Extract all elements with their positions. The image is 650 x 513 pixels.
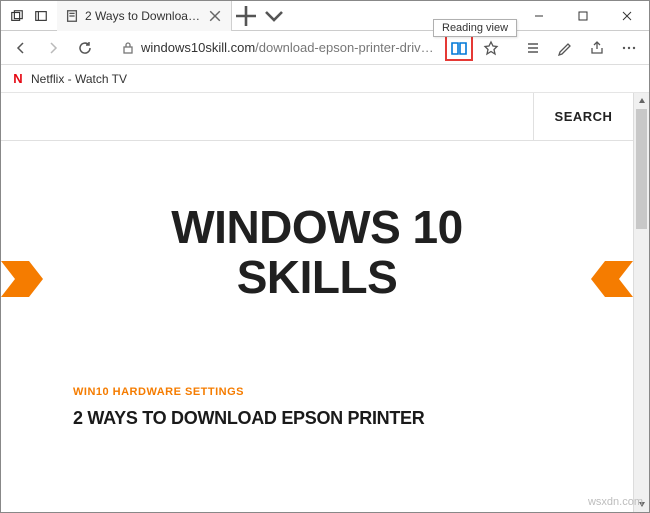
header-bar: SEARCH <box>1 93 633 141</box>
back-button[interactable] <box>7 34 35 62</box>
share-button[interactable] <box>583 34 611 62</box>
new-tab-button[interactable] <box>232 1 260 30</box>
more-button[interactable] <box>615 34 643 62</box>
scroll-thumb[interactable] <box>636 109 647 229</box>
lock-icon <box>121 41 135 55</box>
minimize-button[interactable] <box>517 1 561 30</box>
browser-tab[interactable]: 2 Ways to Download Ep <box>57 1 232 31</box>
page-content: SEARCH WINDOWS 10 SKILLS WIN10 HARDWARE … <box>1 93 633 512</box>
article-category[interactable]: WIN10 HARDWARE SETTINGS <box>73 386 561 398</box>
article-title: 2 WAYS TO DOWNLOAD EPSON PRINTER <box>73 408 561 429</box>
tab-close-icon[interactable] <box>209 10 221 22</box>
tab-title: 2 Ways to Download Ep <box>85 9 203 23</box>
titlebar: 2 Ways to Download Ep <box>1 1 649 31</box>
favorite-link[interactable]: Netflix - Watch TV <box>31 72 127 86</box>
address-bar[interactable]: windows10skill.com/download-epson-printe… <box>115 40 441 55</box>
hero-section: WINDOWS 10 SKILLS <box>1 141 633 302</box>
page-viewport: SEARCH WINDOWS 10 SKILLS WIN10 HARDWARE … <box>1 93 649 512</box>
site-title: WINDOWS 10 SKILLS <box>1 203 633 302</box>
close-button[interactable] <box>605 1 649 30</box>
reading-view-button[interactable] <box>445 35 473 61</box>
window-controls <box>517 1 649 30</box>
scroll-up-icon[interactable] <box>634 93 649 109</box>
tab-overlap-icon[interactable] <box>5 4 29 28</box>
favorite-button[interactable] <box>477 34 505 62</box>
other-tabs-icon[interactable] <box>260 1 288 30</box>
watermark: wsxdn.com <box>588 496 643 508</box>
netflix-icon: N <box>11 72 25 86</box>
search-button[interactable]: SEARCH <box>533 93 633 140</box>
vertical-scrollbar[interactable] <box>633 93 649 512</box>
url-text: windows10skill.com/download-epson-printe… <box>141 40 435 55</box>
book-icon <box>450 40 468 56</box>
article-section: WIN10 HARDWARE SETTINGS 2 WAYS TO DOWNLO… <box>1 302 633 429</box>
refresh-button[interactable] <box>71 34 99 62</box>
titlebar-left <box>1 1 57 30</box>
page-favicon <box>65 9 79 23</box>
set-aside-tabs-icon[interactable] <box>29 4 53 28</box>
forward-button[interactable] <box>39 34 67 62</box>
favorites-bar: N Netflix - Watch TV <box>1 65 649 93</box>
reading-view-tooltip: Reading view <box>433 19 517 37</box>
maximize-button[interactable] <box>561 1 605 30</box>
notes-button[interactable] <box>551 34 579 62</box>
toolbar: windows10skill.com/download-epson-printe… <box>1 31 649 65</box>
hub-button[interactable] <box>519 34 547 62</box>
